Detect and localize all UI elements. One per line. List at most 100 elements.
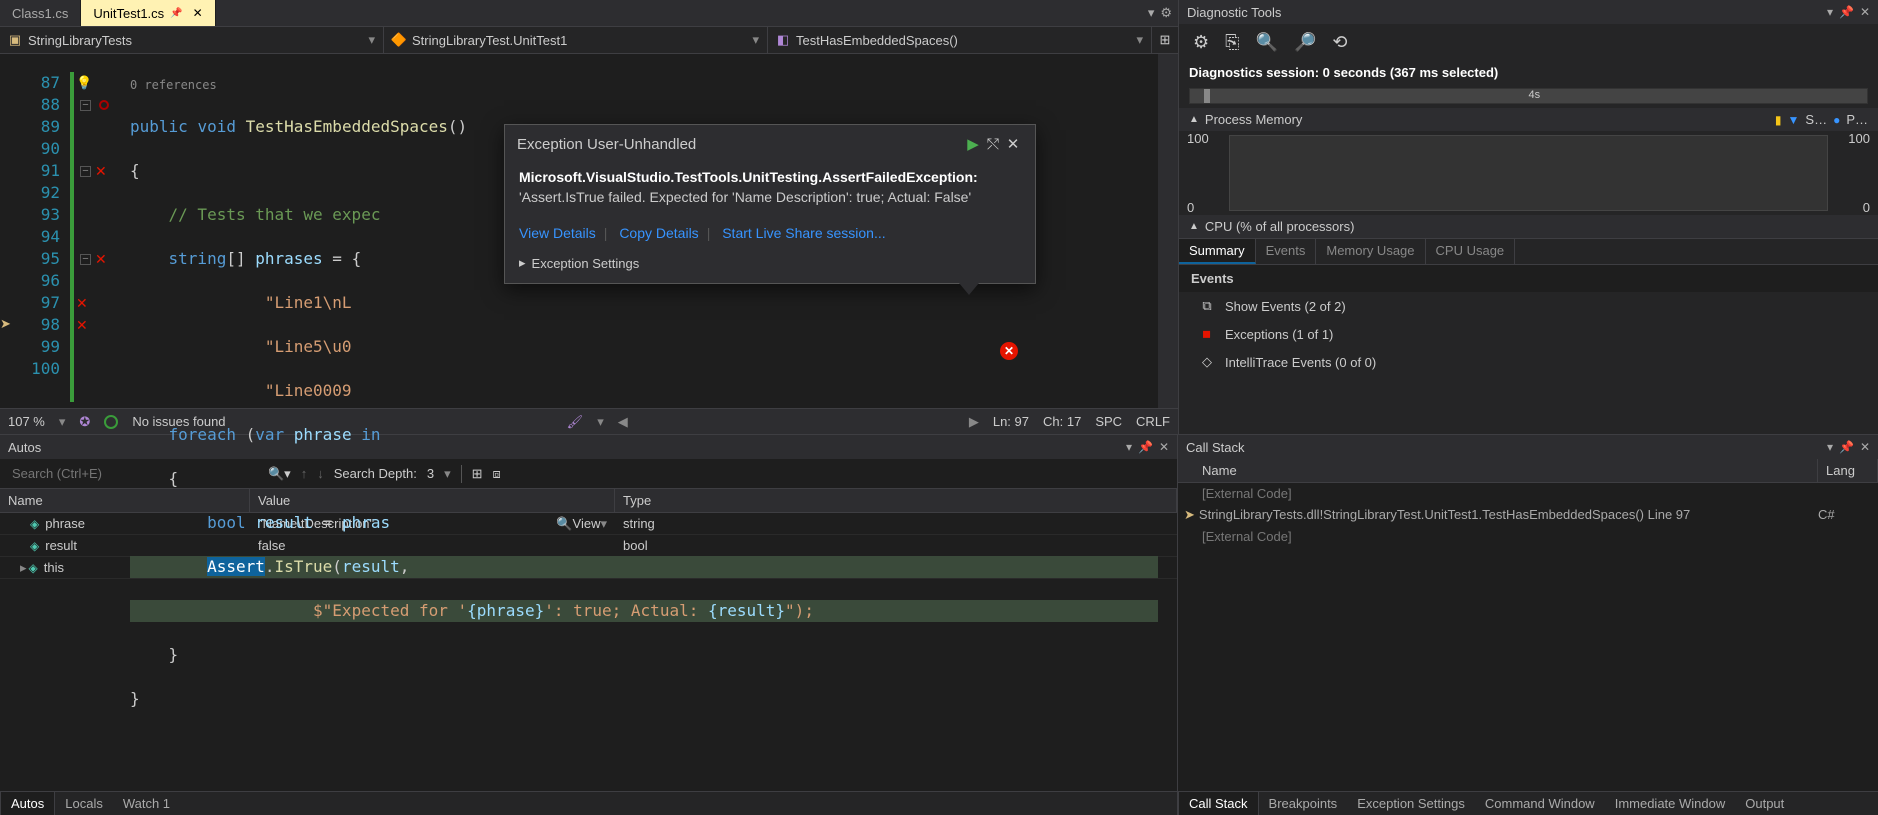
chevron-down-icon: ▾ [368, 32, 375, 48]
chevron-right-icon: ▸ [519, 255, 526, 271]
tab-watch1[interactable]: Watch 1 [113, 792, 180, 815]
code-nav-bar: ▣StringLibraryTests▾ 🔶StringLibraryTest.… [0, 26, 1178, 54]
events-icon: ⧉ [1199, 298, 1215, 314]
nav-project[interactable]: ▣StringLibraryTests▾ [0, 27, 384, 53]
chevron-down-icon[interactable]: ▾ [1827, 5, 1833, 19]
stack-frame-external[interactable]: [External Code] [1178, 526, 1878, 547]
gear-icon[interactable]: ⚙ [1193, 32, 1209, 53]
zoom-out-icon[interactable]: 🔎 [1294, 32, 1316, 53]
references-count[interactable]: 0 references [130, 76, 1158, 94]
view-details-link[interactable]: View Details [519, 225, 596, 241]
close-icon[interactable]: ✕ [193, 6, 203, 20]
chevron-down-icon: ▾ [752, 32, 759, 48]
reset-view-icon[interactable]: ⟲ [1332, 32, 1347, 53]
diag-panel-header: Diagnostic Tools▾📌✕ [1179, 0, 1878, 24]
close-icon[interactable]: ✕ [1159, 440, 1169, 454]
tab-unittest1[interactable]: UnitTest1.cs📌✕ [81, 0, 215, 26]
current-frame-icon: ➤ [1184, 507, 1195, 523]
stack-frame-external[interactable]: [External Code] [1178, 483, 1878, 504]
event-exceptions[interactable]: ◆Exceptions (1 of 1) [1179, 320, 1878, 348]
error-icon: ✕ [76, 292, 88, 314]
tab-locals[interactable]: Locals [55, 792, 113, 815]
callstack-tabs: Call Stack Breakpoints Exception Setting… [1178, 791, 1878, 815]
close-icon[interactable]: ✕ [1860, 440, 1870, 454]
export-icon[interactable]: ⎘ [1225, 32, 1239, 53]
diag-tabs: Summary Events Memory Usage CPU Usage [1179, 238, 1878, 265]
diamond-icon: ◆ [1198, 325, 1216, 343]
ok-icon [104, 415, 118, 429]
tab-callstack[interactable]: Call Stack [1178, 791, 1259, 815]
variable-icon: ◈ [30, 539, 39, 553]
tab-exception-settings[interactable]: Exception Settings [1347, 792, 1475, 815]
col-name[interactable]: Name [1178, 459, 1818, 482]
tab-immediate-window[interactable]: Immediate Window [1605, 792, 1736, 815]
error-badge-icon: ✕ [1000, 342, 1018, 360]
copy-details-link[interactable]: Copy Details [619, 225, 698, 241]
popup-title: Exception User-Unhandled [517, 136, 963, 153]
continue-icon[interactable]: ▶ [963, 135, 983, 153]
chevron-down-icon[interactable]: ▾ [1148, 5, 1155, 21]
diag-timeline[interactable]: 4s [1189, 88, 1868, 104]
nav-class[interactable]: 🔶StringLibraryTest.UnitTest1▾ [384, 27, 768, 53]
stack-frame-current[interactable]: ➤StringLibraryTests.dll!StringLibraryTes… [1178, 504, 1878, 526]
error-icon: ✕ [76, 314, 88, 336]
test-fail-icon [99, 100, 109, 110]
method-icon: ◧ [776, 33, 790, 47]
line-gutter: 87888990919293949596979899100 [20, 54, 70, 408]
close-icon[interactable]: ✕ [1003, 135, 1023, 153]
zoom-in-icon[interactable]: 🔍 [1256, 32, 1278, 53]
tab-summary[interactable]: Summary [1179, 239, 1256, 264]
variable-icon: ◈ [29, 561, 38, 575]
pin-icon[interactable]: ⤲ [983, 136, 1003, 153]
event-show-all[interactable]: ⧉Show Events (2 of 2) [1179, 292, 1878, 320]
pin-icon[interactable]: 📌 [1839, 440, 1854, 454]
gear-icon[interactable]: ⚙ [1160, 5, 1172, 21]
scrollbar-v[interactable] [1158, 54, 1178, 408]
class-icon: 🔶 [392, 33, 406, 47]
callstack-grid-header: Name Lang [1178, 459, 1878, 483]
fold-icon[interactable]: − [80, 254, 91, 265]
exception-popup: Exception User-Unhandled ▶ ⤲ ✕ Microsoft… [504, 124, 1036, 284]
tab-class1[interactable]: Class1.cs [0, 0, 81, 26]
chevron-down-icon: ▾ [1136, 32, 1143, 48]
nav-method[interactable]: ◧TestHasEmbeddedSpaces()▾ [768, 27, 1152, 53]
zoom-level[interactable]: 107 % [8, 414, 45, 429]
diamond-outline-icon: ◇ [1199, 354, 1215, 370]
memory-graph[interactable] [1229, 135, 1828, 211]
tab-autos[interactable]: Autos [0, 791, 55, 815]
live-share-link[interactable]: Start Live Share session... [722, 225, 885, 241]
tab-command-window[interactable]: Command Window [1475, 792, 1605, 815]
error-icon: ✕ [95, 160, 107, 182]
mem-section-header[interactable]: ▲Process Memory▮▼S…●P… [1179, 108, 1878, 131]
pin-icon[interactable]: 📌 [1839, 5, 1854, 19]
tab-breakpoints[interactable]: Breakpoints [1259, 792, 1348, 815]
callstack-panel-header: Call Stack▾📌✕ [1178, 435, 1878, 459]
pin-icon[interactable]: 📌 [170, 8, 182, 19]
exec-pointer-icon: ➤ [0, 316, 11, 331]
split-icon[interactable]: ⊞ [1152, 27, 1178, 53]
error-icon: ✕ [95, 248, 107, 270]
exception-settings-toggle[interactable]: ▸Exception Settings [505, 247, 1035, 283]
survey-icon[interactable]: ✪ [79, 414, 90, 430]
cpu-section-header[interactable]: ▲CPU (% of all processors) [1179, 215, 1878, 238]
col-lang[interactable]: Lang [1818, 459, 1878, 482]
close-icon[interactable]: ✕ [1860, 5, 1870, 19]
chevron-down-icon[interactable]: ▾ [1827, 440, 1833, 454]
tab-events[interactable]: Events [1256, 239, 1317, 264]
autos-tabs: Autos Locals Watch 1 [0, 791, 1177, 815]
tab-cpu[interactable]: CPU Usage [1426, 239, 1516, 264]
tab-memory[interactable]: Memory Usage [1316, 239, 1425, 264]
diag-toolbar: ⚙ ⎘ 🔍 🔎 ⟲ [1179, 24, 1878, 61]
tab-output[interactable]: Output [1735, 792, 1794, 815]
variable-icon: ◈ [30, 517, 39, 531]
project-icon: ▣ [8, 33, 22, 47]
fold-icon[interactable]: − [80, 166, 91, 177]
margin-column: 💡 − −✕ −✕ ✕ ✕ [70, 54, 130, 408]
exception-type: Microsoft.VisualStudio.TestTools.UnitTes… [519, 169, 978, 185]
exception-message: 'Assert.IsTrue failed. Expected for 'Nam… [519, 189, 971, 205]
fold-icon[interactable]: − [80, 100, 91, 111]
event-intellitrace[interactable]: ◇IntelliTrace Events (0 of 0) [1179, 348, 1878, 376]
code-editor[interactable]: ➤ 87888990919293949596979899100 💡 − −✕ −… [0, 54, 1178, 408]
diag-session-label: Diagnostics session: 0 seconds (367 ms s… [1179, 61, 1878, 84]
lightbulb-icon[interactable]: 💡 [76, 72, 92, 94]
